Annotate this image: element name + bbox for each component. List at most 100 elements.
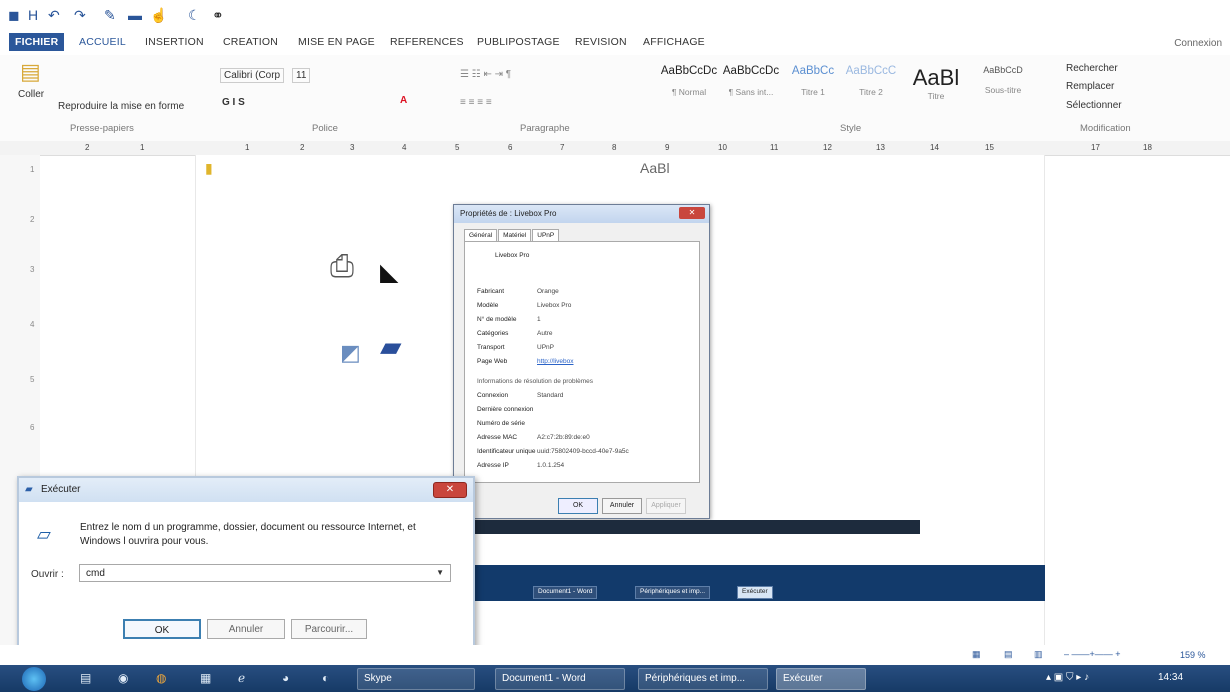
style-titre-1[interactable]: AaBbCc Titre 1 <box>786 65 840 109</box>
windows-taskbar: ▤ ◉ ◍ ▦ ℯ ◕ ◐ Skype Document1 - Word Pér… <box>0 665 1230 692</box>
print-layout-icon[interactable]: ▤ <box>1004 649 1013 660</box>
chrome-icon[interactable]: ◍ <box>156 671 166 685</box>
run-title: Exécuter <box>41 484 81 495</box>
web-layout-icon[interactable]: ▥ <box>1034 649 1043 660</box>
tab-insertion[interactable]: INSERTION <box>145 36 204 48</box>
read-mode-icon[interactable]: ▦ <box>972 649 981 660</box>
align-icons[interactable]: ≡ ≡ ≡ ≡ <box>460 97 492 108</box>
task-run[interactable]: Exécuter <box>776 668 866 690</box>
open-input[interactable]: cmd ▼ <box>79 564 451 582</box>
paste-icon[interactable]: ▤ <box>20 59 41 85</box>
redo-icon[interactable]: ↷ <box>74 7 86 24</box>
run-app-icon: ▱ <box>37 524 51 544</box>
font-size-select[interactable]: 11 <box>292 68 311 83</box>
task-word[interactable]: Document1 - Word <box>495 668 625 690</box>
tab-accueil[interactable]: ACCUEIL <box>79 36 126 48</box>
ruler-tick: 6 <box>30 423 35 432</box>
style-normal[interactable]: AaBbCcDc ¶ Normal <box>660 65 718 109</box>
paragraph-tools-icon[interactable]: ☰ ☷ ⇤ ⇥ ¶ <box>460 69 511 80</box>
ruler-tick: 3 <box>30 265 35 274</box>
touch-icon[interactable]: ☾ <box>188 7 201 24</box>
touch-mode-icon[interactable]: ☝ <box>150 7 167 24</box>
binoculars-icon[interactable]: ⚭ <box>212 7 224 24</box>
section-title: Informations de résolution de problèmes <box>477 378 593 385</box>
open-input-value: cmd <box>86 568 105 579</box>
browse-button[interactable]: Parcourir... <box>291 619 367 639</box>
font-color-icon[interactable]: A <box>400 95 407 106</box>
ie-icon[interactable]: ℯ <box>238 671 245 685</box>
prop-row: Transport UPnP <box>477 344 554 351</box>
format-painter-button[interactable]: Reproduire la mise en forme <box>58 101 184 112</box>
inner-task-word: Document1 - Word <box>533 586 598 599</box>
ruler-tick: 18 <box>1143 143 1152 152</box>
zoom-slider[interactable]: – ——+—— + <box>1064 649 1121 659</box>
task-devices[interactable]: Périphériques et imp... <box>638 668 768 690</box>
explorer-icon[interactable]: ▤ <box>80 671 91 685</box>
tab-publipostage[interactable]: PUBLIPOSTAGE <box>477 36 560 48</box>
inner-task-run: Exécuter <box>737 586 773 599</box>
paste-button[interactable]: Coller <box>18 89 44 100</box>
close-icon[interactable]: ✕ <box>433 482 467 498</box>
prop-row: Modèle Livebox Pro <box>477 302 572 309</box>
folder-icon[interactable]: ▦ <box>200 671 211 685</box>
tab-affichage[interactable]: AFFICHAGE <box>643 36 705 48</box>
undo-icon[interactable]: ↶ <box>48 7 60 24</box>
device-name: Livebox Pro <box>495 252 530 259</box>
select-button[interactable]: Sélectionner <box>1066 100 1122 111</box>
ribbon: ▤ Coller Reproduire la mise en forme Cal… <box>0 55 1230 142</box>
style-sous-titre[interactable]: AaBbCcD Sous-titre <box>972 65 1034 109</box>
properties-panel: Livebox Pro Fabricant Orange Modèle Livebo… <box>464 241 700 483</box>
prop-row: Fabricant Orange <box>477 288 559 295</box>
prop-row: Catégories Autre <box>477 330 553 337</box>
chevron-down-icon[interactable]: ▼ <box>436 568 444 577</box>
app-icon[interactable]: ◕ <box>282 671 289 685</box>
style-sans-interligne[interactable]: AaBbCcDc ¶ Sans int... <box>722 65 780 109</box>
ruler-tick: 5 <box>30 375 35 384</box>
run-ok-button[interactable]: OK <box>123 619 201 639</box>
style-titre[interactable]: AaBl Titre <box>906 65 966 109</box>
tab-references[interactable]: REFERENCES <box>390 36 464 48</box>
run-dialog[interactable]: ▰ Exécuter ✕ ▱ Entrez le nom d un progra… <box>17 476 475 658</box>
ok-button[interactable]: OK <box>558 498 598 514</box>
open-label: Ouvrir : <box>31 569 64 580</box>
tab-creation[interactable]: CREATION <box>223 36 278 48</box>
embedded-taskbar <box>475 520 920 534</box>
ruler-tick: 2 <box>30 215 35 224</box>
app-icon-2[interactable]: ◐ <box>322 671 329 685</box>
media-icon[interactable]: ◉ <box>118 671 128 685</box>
tab-revision[interactable]: REVISION <box>575 36 627 48</box>
find-button[interactable]: Rechercher <box>1066 63 1118 74</box>
task-skype[interactable]: Skype <box>357 668 475 690</box>
word-icon: ◼ <box>8 7 20 23</box>
close-icon[interactable]: ✕ <box>679 207 705 219</box>
status-bar: ▦ ▤ ▥ – ——+—— + 159 % <box>0 645 1230 665</box>
run-icon: ▰ <box>25 484 33 495</box>
cancel-button[interactable]: Annuler <box>602 498 642 514</box>
open-icon[interactable]: ▬ <box>128 7 142 23</box>
format-painter-icon[interactable]: ✎ <box>104 7 116 24</box>
ruler-tick: 4 <box>30 320 35 329</box>
style-titre-2[interactable]: AaBbCcC Titre 2 <box>844 65 898 109</box>
prop-row: Adresse IP 1.0.1.254 <box>477 462 565 469</box>
connexion-link[interactable]: Connexion <box>1174 38 1222 49</box>
run-cancel-button[interactable]: Annuler <box>207 619 285 639</box>
replace-button[interactable]: Remplacer <box>1066 81 1114 92</box>
ruler-tick: 2 <box>85 143 90 152</box>
inner-task-devices: Périphériques et imp... <box>635 586 711 599</box>
run-titlebar: ▰ Exécuter ✕ <box>19 478 473 502</box>
tab-fichier[interactable]: FICHIER <box>9 33 65 51</box>
font-name-select[interactable]: Calibri (Corp <box>220 68 285 83</box>
apply-button[interactable]: Appliquer <box>646 498 686 514</box>
start-button[interactable] <box>22 667 46 691</box>
tab-mise-en-page[interactable]: MISE EN PAGE <box>298 36 375 48</box>
properties-title: Propriétés de : Livebox Pro <box>454 205 709 223</box>
font-style-buttons[interactable]: G I S <box>222 97 245 108</box>
group-label-styles: Style <box>840 123 862 134</box>
run-description: Entrez le nom d un programme, dossier, d… <box>80 522 416 547</box>
prop-row[interactable]: Page Web http://livebox <box>477 358 574 365</box>
tray-icons[interactable]: ▴ ▣ ⛉ ▸ ♪ <box>1046 672 1089 683</box>
zoom-level[interactable]: 159 % <box>1180 650 1206 660</box>
save-icon[interactable]: H <box>28 7 38 23</box>
clock[interactable]: 14:34 <box>1158 672 1183 683</box>
properties-dialog[interactable]: Propriétés de : Livebox Pro ✕ Général Mat… <box>453 204 710 519</box>
